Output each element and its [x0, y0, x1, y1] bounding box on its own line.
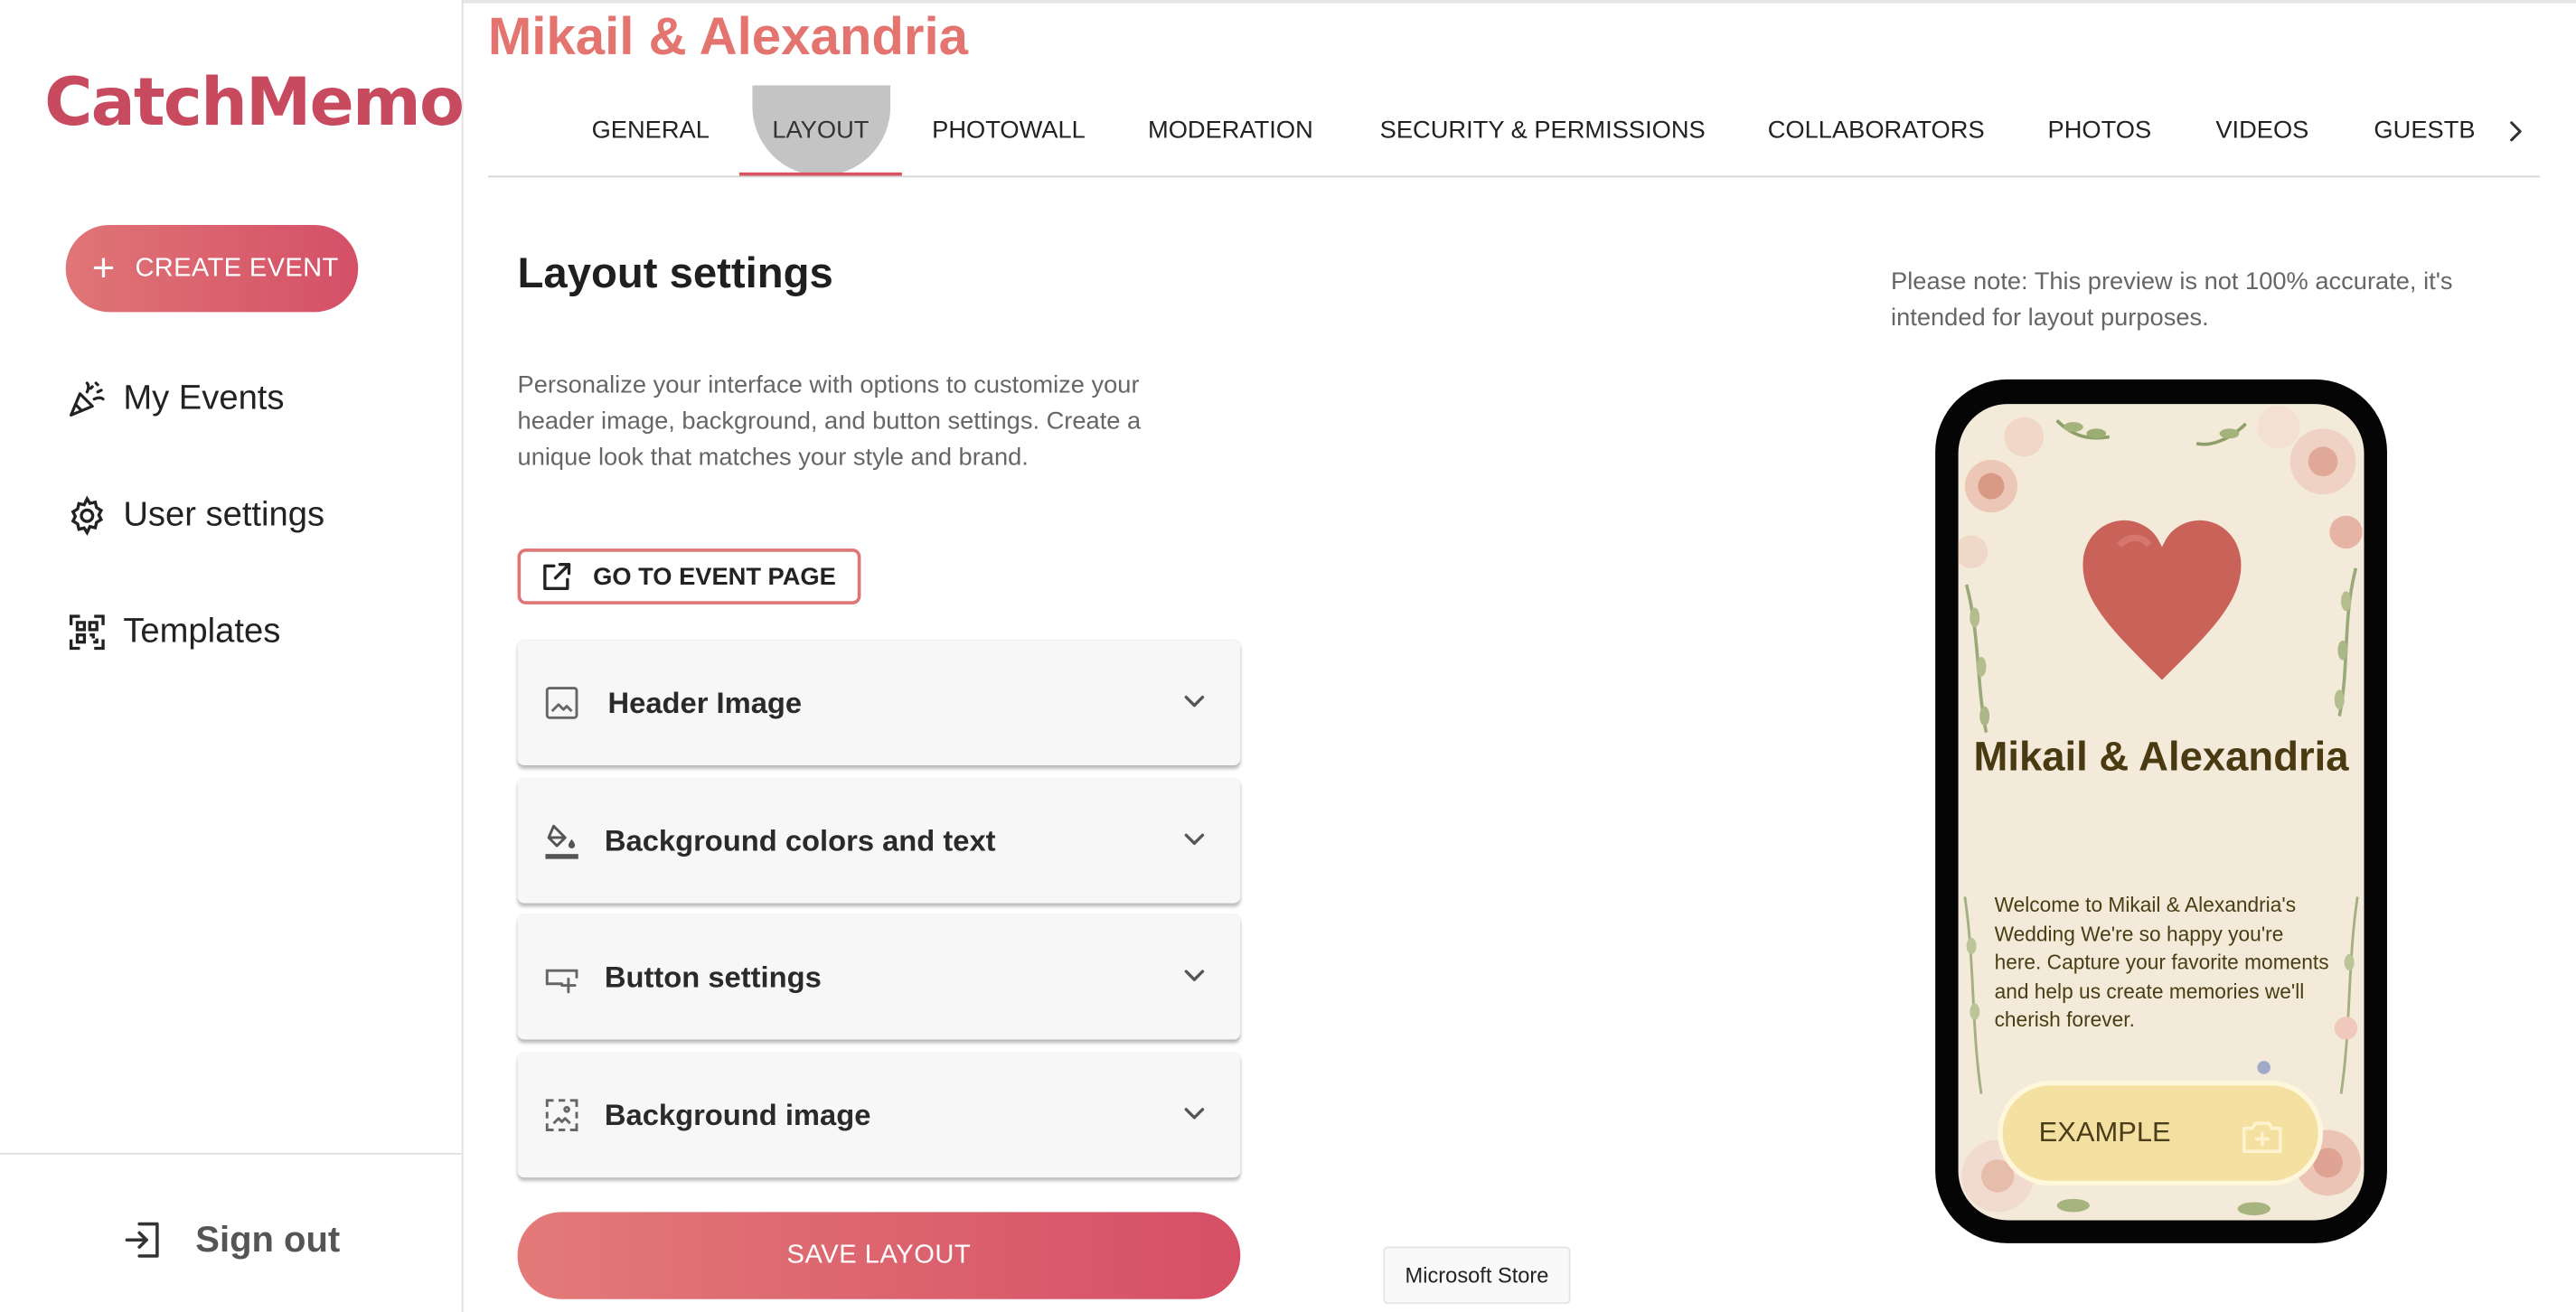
tab-bar: GENERAL LAYOUT PHOTOWALL MODERATION SECU…	[487, 85, 2541, 178]
chevron-down-icon	[1184, 970, 1205, 981]
tab-collaborators[interactable]: COLLABORATORS	[1736, 86, 2016, 176]
accordion-title: Background image	[604, 1098, 871, 1131]
tab-label: LAYOUT	[772, 117, 870, 145]
sign-out-label: Sign out	[195, 1218, 341, 1260]
tab-label: COLLABORATORS	[1767, 117, 1985, 145]
paint-bucket-icon	[545, 824, 578, 859]
accordion-title: Background colors and text	[604, 823, 996, 857]
phone-screen: Mikail & Alexandria Welcome to Mikail & …	[1958, 404, 2364, 1221]
create-event-button[interactable]: + CREATE EVENT	[65, 225, 359, 313]
tab-label: GUESTB	[2374, 117, 2476, 145]
nav-templates-label: Templates	[123, 612, 281, 651]
tab-photos[interactable]: PHOTOS	[2016, 86, 2183, 176]
sidebar: CatchMemo + CREATE EVENT My Events User …	[0, 0, 465, 1312]
background-image-icon	[545, 1099, 578, 1131]
tab-videos[interactable]: VIDEOS	[2184, 86, 2341, 176]
plus-icon: +	[91, 245, 116, 290]
tab-scroll-right-button[interactable]	[2488, 85, 2541, 176]
go-to-event-page-button[interactable]: GO TO EVENT PAGE	[517, 548, 861, 604]
tab-label: MODERATION	[1147, 117, 1313, 145]
open-in-new-icon	[543, 562, 571, 590]
nav-my-events[interactable]: My Events	[66, 378, 285, 420]
phone-preview: Mikail & Alexandria Welcome to Mikail & …	[1935, 379, 2387, 1243]
chevron-down-icon	[1184, 695, 1205, 708]
sidebar-divider	[0, 1152, 462, 1155]
tab-moderation[interactable]: MODERATION	[1115, 86, 1345, 176]
nav-my-events-label: My Events	[123, 379, 285, 417]
accordion-header-image[interactable]: Header Image	[517, 640, 1241, 766]
nav-user-settings-label: User settings	[123, 495, 325, 534]
app-logo[interactable]: CatchMemo	[44, 66, 465, 142]
chevron-right-icon	[2509, 120, 2521, 141]
tab-label: PHOTOWALL	[932, 117, 1086, 145]
party-popper-icon	[70, 381, 105, 417]
tab-label: VIDEOS	[2215, 117, 2309, 145]
accordion-button-settings[interactable]: Button settings	[517, 914, 1241, 1040]
tab-label: SECURITY & PERMISSIONS	[1379, 117, 1706, 145]
active-tab-indicator	[738, 172, 902, 176]
go-to-event-label: GO TO EVENT PAGE	[593, 562, 836, 591]
preview-welcome-text: Welcome to Mikail & Alexandria's Wedding…	[1994, 893, 2329, 1032]
page-title: Layout settings	[517, 248, 833, 297]
chevron-down-icon	[1184, 1108, 1205, 1120]
tab-general[interactable]: GENERAL	[560, 86, 741, 176]
sign-out-button[interactable]: Sign out	[122, 1218, 341, 1261]
tab-security-permissions[interactable]: SECURITY & PERMISSIONS	[1346, 86, 1740, 176]
sign-out-icon	[125, 1222, 159, 1258]
tab-photowall[interactable]: PHOTOWALL	[902, 86, 1115, 176]
accordion-title: Button settings	[604, 960, 822, 993]
accordion-background-colors[interactable]: Background colors and text	[517, 778, 1241, 904]
create-event-label: CREATE EVENT	[135, 253, 339, 282]
preview-note: Please note: This preview is not 100% ac…	[1891, 267, 2453, 333]
button-icon	[545, 969, 578, 994]
chevron-down-icon	[1184, 833, 1205, 846]
tab-label: PHOTOS	[2047, 117, 2152, 145]
camera-plus-icon	[2242, 1121, 2282, 1153]
nav-user-settings[interactable]: User settings	[66, 494, 324, 537]
accordion-background-image[interactable]: Background image	[517, 1053, 1241, 1178]
event-title: Mikail & Alexandria	[487, 6, 969, 66]
preview-example-button[interactable]: EXAMPLE	[1998, 1080, 2324, 1186]
preview-event-title: Mikail & Alexandria	[1973, 734, 2349, 781]
image-icon	[545, 687, 578, 719]
save-layout-button[interactable]: SAVE LAYOUT	[517, 1212, 1241, 1299]
preview-button-label: EXAMPLE	[2038, 1116, 2171, 1148]
tooltip: Microsoft Store	[1383, 1246, 1571, 1305]
tab-layout[interactable]: LAYOUT	[738, 85, 902, 176]
tab-label: GENERAL	[591, 117, 710, 145]
gear-icon	[71, 495, 104, 536]
layout-description: Personalize your interface with options …	[517, 370, 1142, 472]
nav-templates[interactable]: Templates	[66, 611, 281, 653]
accordion-title: Header Image	[607, 685, 803, 719]
qr-code-icon	[69, 614, 105, 651]
